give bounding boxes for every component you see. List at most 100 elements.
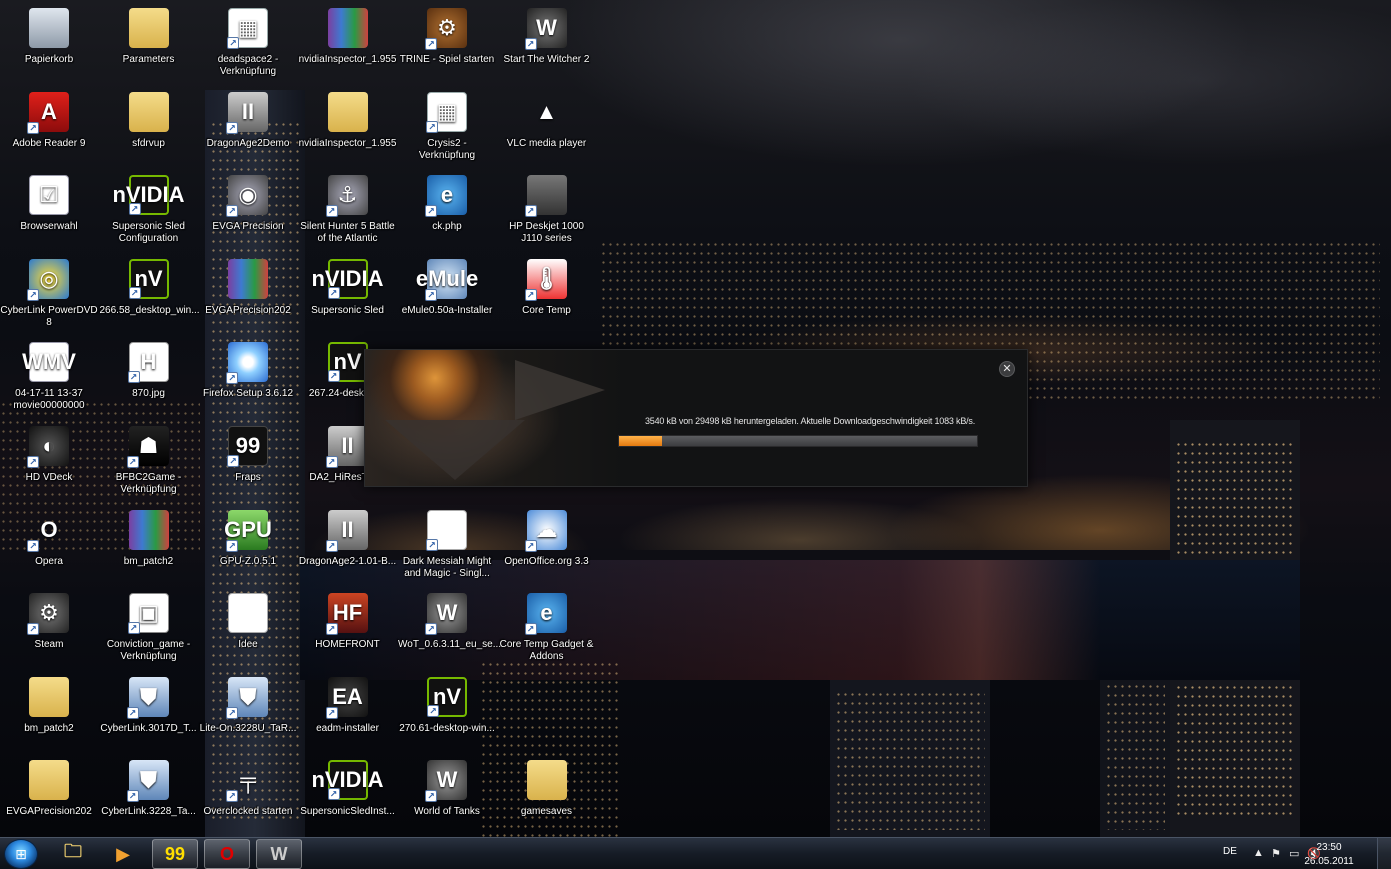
desktop-icon[interactable]: EVGAPrecision202 [0, 756, 98, 838]
desktop-icon[interactable]: e ↗ Core Temp Gadget & Addons [498, 589, 596, 671]
desktop-icon[interactable]: EA ↗ eadm-installer [299, 673, 397, 755]
taskbar-button[interactable]: 99 [152, 839, 198, 869]
artwork-shape [385, 420, 525, 480]
installer-shield-icon: ⛊ ↗ [126, 676, 169, 719]
desktop-icon[interactable]: Papierkorb [0, 4, 98, 86]
wmv-video-icon: WMV [22, 342, 76, 383]
desktop-icon[interactable]: nVIDIA ↗ Supersonic Sled [299, 255, 397, 337]
desktop-icon[interactable]: sfdrvup [100, 88, 198, 170]
desktop-icon-label: Steam [34, 639, 64, 651]
desktop-icon[interactable]: nV ↗ 266.58_desktop_win... [100, 255, 200, 337]
nvidia-installer-icon: nV ↗ [427, 676, 467, 717]
language-indicator[interactable]: DE [1223, 846, 1237, 857]
desktop-icon[interactable]: ⚓ ↗ Silent Hunter 5 Battle of the Atlantic [299, 171, 397, 253]
shortcut-arrow-icon: ↗ [325, 456, 338, 468]
show-hidden-icons-icon[interactable]: ▲ [1253, 847, 1264, 859]
desktop-icon[interactable]: W ↗ Start The Witcher 2 [498, 4, 596, 86]
desktop-icon[interactable]: ⚙ ↗ TRINE - Spiel starten [398, 4, 496, 86]
desktop-icon[interactable]: 🌡 ↗ Core Temp [498, 255, 596, 337]
show-desktop-button[interactable] [1377, 838, 1391, 869]
icon-glyph: ⚙ [39, 600, 59, 626]
desktop-icon[interactable]: W ↗ World of Tanks [398, 756, 496, 838]
winrar-archive-icon [128, 509, 169, 550]
close-button[interactable]: ✕ [999, 361, 1015, 377]
desktop-icon[interactable]: GPU ↗ GPU-Z.0.5.1 [199, 506, 297, 588]
taskbar-button[interactable]: ▶ [100, 839, 146, 869]
desktop-icon[interactable]: W ↗ WoT_0.6.3.11_eu_se... [398, 589, 501, 671]
desktop-icon[interactable]: ⚙ ↗ Steam [0, 589, 98, 671]
shortcut-arrow-icon: ↗ [226, 790, 238, 803]
taskbar-button[interactable]: W [256, 839, 302, 869]
desktop-icon[interactable]: e ↗ ck.php [398, 171, 496, 253]
desktop-icon[interactable]: ▦ ↗ deadspace2 - Verknüpfung [199, 4, 297, 86]
action-center-flag-icon[interactable]: ⚑ [1271, 847, 1281, 860]
desktop-icon[interactable]: Idee [199, 589, 297, 671]
desktop-icon[interactable]: O ↗ Opera [0, 506, 98, 588]
shortcut-arrow-icon: ↗ [227, 455, 239, 467]
checklist-icon: ☑ [29, 175, 69, 216]
desktop-icon-label: deadspace2 - Verknüpfung [217, 54, 279, 77]
desktop-icon[interactable]: nVIDIA ↗ SupersonicSledInst... [299, 756, 397, 838]
icon-glyph: ▲ [535, 98, 558, 124]
desktop-icon[interactable]: ◉ ↗ EVGA Precision [199, 171, 297, 253]
desktop-icon[interactable]: nV ↗ 270.61-desktop-win... [398, 673, 496, 755]
shortcut-arrow-icon: ↗ [128, 203, 141, 216]
desktop-icon-label: Fraps [235, 472, 261, 483]
desktop-icon[interactable]: ↗ Dark Messiah Might and Magic - Singl... [398, 506, 496, 588]
desktop-icon[interactable]: 99 ↗ Fraps [199, 422, 297, 504]
icon-glyph: ◉ [238, 182, 258, 208]
desktop-icon[interactable]: ↗ Firefox Setup 3.6.12 [199, 338, 297, 420]
desktop-icon[interactable]: Parameters [100, 4, 198, 86]
desktop-icon-label: 870.jpg [132, 388, 165, 400]
desktop-icon[interactable]: HF ↗ HOMEFRONT [299, 589, 397, 671]
taskbar-button[interactable]: 🗀 [50, 839, 96, 869]
desktop-icon[interactable]: ◐ ↗ HD VDeck [0, 422, 98, 504]
desktop-icon[interactable]: ⛊ ↗ Lite-On.3228U_TaR... [199, 673, 297, 755]
desktop-icon[interactable]: ▲ VLC media player [498, 88, 596, 170]
icon-glyph: WMV [22, 349, 76, 375]
icon-glyph: nVIDIA [311, 767, 384, 793]
desktop-icon[interactable]: nvidiaInspector_1.955 [299, 4, 397, 86]
desktop-icon[interactable]: gamesaves [498, 756, 596, 838]
document-icon: ▦ ↗ [426, 91, 467, 133]
network-icon[interactable]: ▭ [1289, 847, 1299, 860]
desktop-icon-label: Start The Witcher 2 [503, 54, 590, 65]
desktop-icon[interactable]: ☑ Browserwahl [0, 171, 98, 253]
clock-date[interactable]: 26.05.2011 [1299, 856, 1359, 867]
desktop-icon[interactable]: H ↗ 870.jpg [100, 338, 198, 420]
desktop-icon[interactable]: ☁ ↗ OpenOffice.org 3.3 [498, 506, 596, 588]
recycle-bin-icon [29, 8, 69, 48]
desktop-icon[interactable]: eMule ↗ eMule0.50a-Installer [398, 255, 496, 337]
desktop-icon[interactable]: II ↗ DragonAge2Demo [199, 88, 297, 170]
taskbar-button[interactable]: O [204, 839, 250, 869]
desktop-icon[interactable]: ⛊ ↗ CyberLink.3228_Ta... [100, 756, 198, 838]
desktop-icon[interactable]: ☗ ↗ BFBC2Game - Verknüpfung [100, 422, 198, 504]
desktop-icon[interactable]: WMV 04-17-11 13-37 movie00000000 [0, 338, 98, 420]
desktop-icon[interactable]: ╤ ↗ Overclocked starten [199, 756, 297, 838]
desktop-icon[interactable]: bm_patch2 [0, 673, 98, 755]
icon-glyph: W [536, 15, 557, 40]
desktop-icon[interactable]: ▣ ↗ Conviction_game - Verknüpfung [100, 589, 198, 671]
desktop-icon[interactable]: nvidiaInspector_1.955 [299, 88, 397, 170]
desktop-icon[interactable]: ◎ ↗ CyberLink PowerDVD 8 [0, 255, 98, 337]
icon-glyph: ⛊ [140, 683, 157, 709]
desktop-icon[interactable]: A ↗ Adobe Reader 9 [0, 88, 98, 170]
desktop-icon[interactable]: nVIDIA ↗ Supersonic Sled Configuration [100, 171, 198, 253]
desktop-icon[interactable]: ↗ HP Deskjet 1000 J110 series [498, 171, 596, 253]
icon-glyph: ⚓ [337, 182, 358, 208]
desktop-icon[interactable]: bm_patch2 [100, 506, 198, 588]
desktop-icon[interactable]: II ↗ DragonAge2-1.01-B... [299, 506, 397, 588]
document-icon: ▦ ↗ [227, 8, 268, 49]
blank-document-icon [228, 593, 268, 634]
desktop-icon[interactable]: ▦ ↗ Crysis2 - Verknüpfung [398, 88, 496, 170]
desktop-icon-label: Lite-On.3228U_TaR... [199, 722, 297, 734]
desktop-icon-label: Adobe Reader 9 [12, 137, 86, 149]
dragon-age-icon: II ↗ [226, 91, 268, 134]
icon-glyph: ◐ [42, 433, 56, 458]
desktop-icon-label: eadm-installer [316, 722, 379, 734]
desktop-icon[interactable]: EVGAPrecision202 [199, 255, 297, 337]
clock-time[interactable]: 23:50 [1299, 842, 1359, 853]
desktop-icon[interactable]: ⛊ ↗ CyberLink.3017D_T... [100, 673, 198, 755]
start-button[interactable]: ⊞ [4, 839, 38, 869]
evga-precision-icon: ◉ ↗ [226, 175, 268, 218]
